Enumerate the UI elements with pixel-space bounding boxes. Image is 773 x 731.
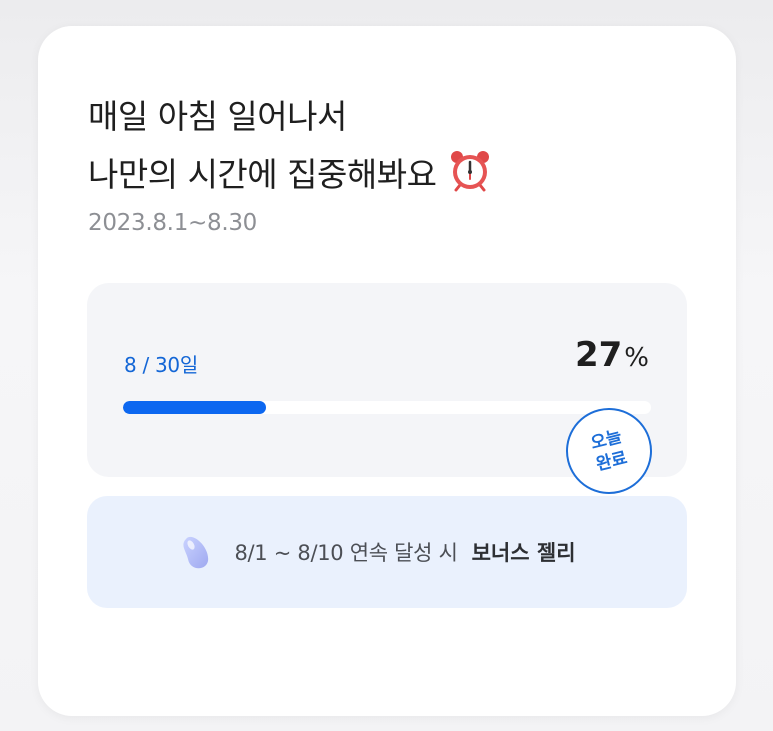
challenge-title-line-2-text: 나만의 시간에 집중해봐요	[88, 155, 437, 194]
progress-percent: 27%	[575, 335, 649, 375]
page: 매일 아침 일어나서 나만의 시간에 집중해봐요 2023.8.1~8.30 8…	[0, 0, 773, 731]
challenge-title-line-2: 나만의 시간에 집중해봐요	[88, 146, 492, 204]
bonus-banner[interactable]: 8/1 ~ 8/10 연속 달성 시 보너스 젤리	[87, 496, 687, 608]
challenge-title: 매일 아침 일어나서 나만의 시간에 집중해봐요	[88, 88, 492, 204]
alarm-clock-icon	[451, 151, 490, 192]
bonus-reward: 보너스 젤리	[471, 541, 576, 565]
challenge-card[interactable]: 매일 아침 일어나서 나만의 시간에 집중해봐요 2023.8.1~8.30 8…	[38, 26, 736, 716]
progress-bar-fill	[123, 401, 266, 414]
progress-days-label: 8 / 30일	[124, 353, 198, 377]
bonus-condition: 8/1 ~ 8/10 연속 달성 시	[234, 541, 458, 565]
progress-bar	[123, 401, 651, 414]
progress-percent-value: 27	[574, 335, 623, 375]
challenge-period: 2023.8.1~8.30	[88, 210, 258, 236]
challenge-title-line-1: 매일 아침 일어나서	[88, 97, 347, 136]
progress-percent-unit: %	[624, 343, 649, 373]
jelly-bean-icon	[183, 536, 209, 569]
